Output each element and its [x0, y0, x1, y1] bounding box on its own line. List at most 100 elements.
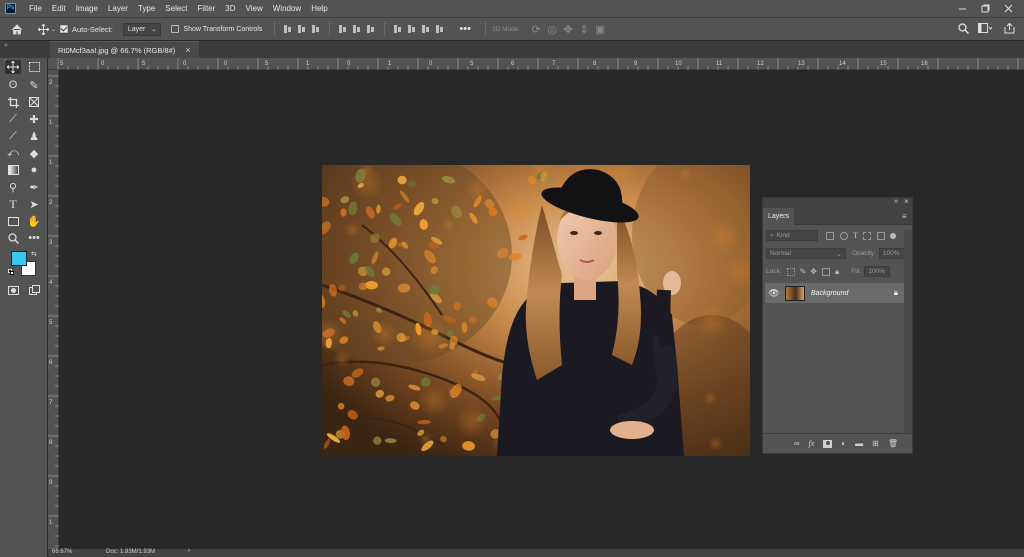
menu-type[interactable]: Type	[133, 0, 160, 17]
menu-layer[interactable]: Layer	[103, 0, 133, 17]
lock-pixels-icon[interactable]: ✎	[800, 267, 807, 276]
menu-edit[interactable]: Edit	[47, 0, 71, 17]
menu-3d[interactable]: 3D	[220, 0, 240, 17]
share-button[interactable]	[1004, 22, 1015, 36]
filter-shape-icon[interactable]	[862, 231, 871, 240]
lasso-tool[interactable]: ʘ	[5, 78, 21, 92]
collapse-panel-icon[interactable]: »	[894, 198, 898, 205]
tab-layers[interactable]: Layers	[763, 208, 795, 225]
lock-all-icon[interactable]: 🔒︎	[835, 267, 839, 277]
3d-roll-icon[interactable]: ◎	[544, 23, 560, 36]
3d-slide-icon[interactable]: ⇕	[576, 23, 592, 36]
menu-image[interactable]: Image	[71, 0, 103, 17]
eyedropper-tool[interactable]: ⟋	[5, 112, 21, 126]
menu-help[interactable]: Help	[306, 0, 332, 17]
swap-colors-icon[interactable]: ⇆	[31, 250, 37, 258]
document-canvas[interactable]	[322, 165, 750, 456]
filter-type-icon[interactable]: T	[853, 231, 858, 240]
link-layers-icon[interactable]: ∞	[794, 439, 800, 448]
more-options-button[interactable]: •••	[459, 23, 471, 35]
adjustment-layer-icon[interactable]: ◐	[841, 439, 846, 448]
3d-camera-icon[interactable]: ▣	[592, 23, 608, 36]
menu-filter[interactable]: Filter	[193, 0, 221, 17]
marquee-tool[interactable]	[26, 60, 42, 74]
fill-field[interactable]: 100%	[864, 266, 891, 277]
collapse-panel-icon[interactable]: «	[4, 42, 8, 49]
opacity-field[interactable]: 100%	[878, 248, 905, 259]
screen-mode-button[interactable]	[26, 283, 42, 297]
edit-toolbar-button[interactable]: •••	[26, 231, 42, 245]
doc-size-info[interactable]: Doc: 1.93M/1.93M	[106, 549, 155, 555]
document-tab[interactable]: Rt0Mcf3aaI.jpg @ 66.7% (RGB/8#) ×	[50, 41, 199, 58]
chevron-right-icon[interactable]: ›	[188, 548, 190, 554]
zoom-tool[interactable]	[5, 231, 21, 245]
brush-tool[interactable]: ⟋	[5, 129, 21, 143]
zoom-level[interactable]: 66.67%	[52, 549, 72, 555]
hand-tool[interactable]: ✋	[26, 214, 42, 228]
layer-row-background[interactable]: 👁︎ Background 🔒︎	[765, 283, 904, 303]
add-mask-icon[interactable]	[823, 439, 833, 448]
align-middle-icon[interactable]	[352, 24, 362, 34]
workspace-button[interactable]	[978, 23, 993, 36]
distribute-icon[interactable]	[407, 24, 417, 34]
move-tool[interactable]	[5, 60, 21, 74]
lock-artboard-icon[interactable]	[821, 267, 830, 276]
close-window-button[interactable]	[998, 0, 1018, 17]
3d-orbit-icon[interactable]: ⟳	[528, 23, 544, 36]
healing-brush-tool[interactable]: ✚	[26, 112, 42, 126]
menu-view[interactable]: View	[241, 0, 268, 17]
new-layer-icon[interactable]: ⊞	[872, 439, 879, 448]
panel-menu-icon[interactable]: ≡	[902, 212, 907, 221]
align-left-icon[interactable]	[283, 24, 293, 34]
restore-button[interactable]	[975, 0, 995, 17]
history-brush-tool[interactable]: ⤺	[5, 146, 21, 160]
filter-smart-object-icon[interactable]	[876, 231, 885, 240]
lock-position-icon[interactable]: ✥	[810, 267, 817, 276]
type-tool[interactable]: T	[5, 197, 21, 211]
path-selection-tool[interactable]: ➤	[26, 197, 42, 211]
show-transform-checkbox[interactable]	[171, 25, 180, 33]
auto-select-checkbox[interactable]	[60, 25, 68, 33]
filter-adjustment-icon[interactable]	[840, 231, 848, 240]
menu-select[interactable]: Select	[160, 0, 192, 17]
foreground-color-swatch[interactable]	[11, 251, 27, 266]
home-button[interactable]	[0, 23, 34, 35]
close-tab-button[interactable]: ×	[185, 45, 190, 55]
lock-transparent-icon[interactable]	[786, 267, 795, 276]
quick-mask-button[interactable]	[5, 283, 21, 297]
clone-stamp-tool[interactable]: ♟	[26, 129, 42, 143]
group-folder-icon[interactable]: ▬	[855, 439, 863, 448]
frame-tool[interactable]	[26, 95, 42, 109]
distribute-icon[interactable]	[435, 24, 445, 34]
eye-icon[interactable]: 👁︎	[765, 288, 783, 299]
search-button[interactable]	[958, 23, 970, 36]
move-tool-preset[interactable]: ⌄	[34, 23, 60, 35]
blur-tool[interactable]: ●	[26, 163, 42, 177]
gradient-tool[interactable]	[5, 163, 21, 177]
minimize-button[interactable]	[952, 0, 972, 17]
quick-selection-tool[interactable]: ✎	[26, 78, 42, 92]
layers-scrollbar[interactable]	[904, 230, 912, 434]
menu-window[interactable]: Window	[268, 0, 306, 17]
layer-style-icon[interactable]: fx	[809, 439, 815, 448]
filter-pixel-icon[interactable]	[826, 231, 834, 240]
align-center-icon[interactable]	[297, 24, 307, 34]
rectangle-tool[interactable]	[5, 214, 21, 228]
3d-pan-icon[interactable]: ✥	[560, 23, 576, 36]
align-bottom-icon[interactable]	[366, 24, 376, 34]
distribute-icon[interactable]	[421, 24, 431, 34]
close-panel-icon[interactable]: ×	[904, 197, 909, 206]
align-top-icon[interactable]	[338, 24, 348, 34]
distribute-icon[interactable]	[393, 24, 403, 34]
blend-mode-dropdown[interactable]: Normal ⌄	[766, 248, 846, 259]
align-right-icon[interactable]	[311, 24, 321, 34]
menu-file[interactable]: File	[24, 0, 47, 17]
eraser-tool[interactable]: ◆	[26, 146, 42, 160]
layer-filter-dropdown[interactable]: ⌕ Kind	[766, 230, 818, 241]
default-colors-icon[interactable]	[8, 269, 14, 275]
auto-select-target-dropdown[interactable]: Layer ⌄	[122, 22, 162, 36]
crop-tool[interactable]	[5, 95, 21, 109]
filter-toggle[interactable]	[889, 232, 896, 239]
trash-icon[interactable]: 🗑︎	[888, 439, 898, 448]
pen-tool[interactable]: ✒	[26, 180, 42, 194]
